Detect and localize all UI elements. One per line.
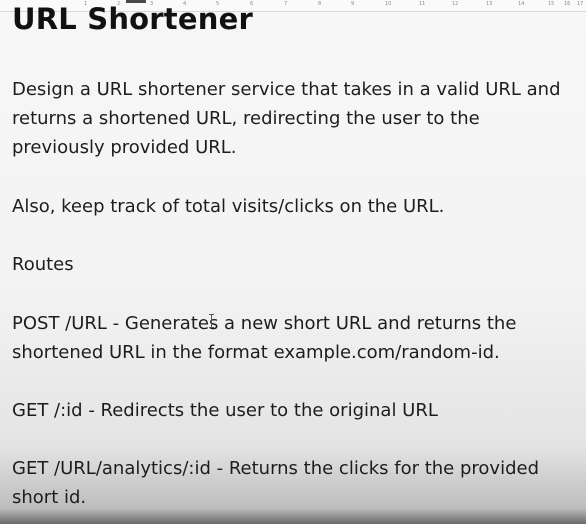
- paragraph-line[interactable]: Design a URL shortener service that take…: [12, 75, 561, 104]
- document-page: 1 2 3 4 5 6 7 8 9 10 11 12 13 14 15 16 1…: [0, 0, 586, 524]
- paragraph-line[interactable]: returns a shortened URL, redirecting the…: [12, 104, 480, 133]
- route-line[interactable]: GET /URL/analytics/:id - Returns the cli…: [12, 454, 539, 483]
- route-line[interactable]: POST /URL - Generates a new short URL an…: [12, 309, 516, 338]
- ruler-number: 14: [518, 1, 525, 7]
- ruler-number: 17: [577, 1, 584, 7]
- ruler-number: 16: [564, 1, 571, 7]
- ruler-number: 12: [452, 1, 459, 7]
- ruler-number: 8: [318, 1, 322, 7]
- route-line[interactable]: shortened URL in the format example.com/…: [12, 338, 500, 367]
- ruler-number: 13: [486, 1, 493, 7]
- section-heading-routes[interactable]: Routes: [12, 250, 74, 279]
- route-line[interactable]: short id.: [12, 483, 86, 512]
- text-cursor-icon: [209, 314, 214, 328]
- document-title[interactable]: URL Shortener: [12, 2, 253, 36]
- paragraph-line[interactable]: previously provided URL.: [12, 133, 237, 162]
- ruler-number: 7: [284, 1, 288, 7]
- ruler-number: 10: [385, 1, 392, 7]
- paragraph-line[interactable]: Also, keep track of total visits/clicks …: [12, 192, 444, 221]
- route-line[interactable]: GET /:id - Redirects the user to the ori…: [12, 396, 438, 425]
- ruler-number: 11: [419, 1, 426, 7]
- ruler-number: 15: [548, 1, 555, 7]
- ruler-number: 9: [351, 1, 355, 7]
